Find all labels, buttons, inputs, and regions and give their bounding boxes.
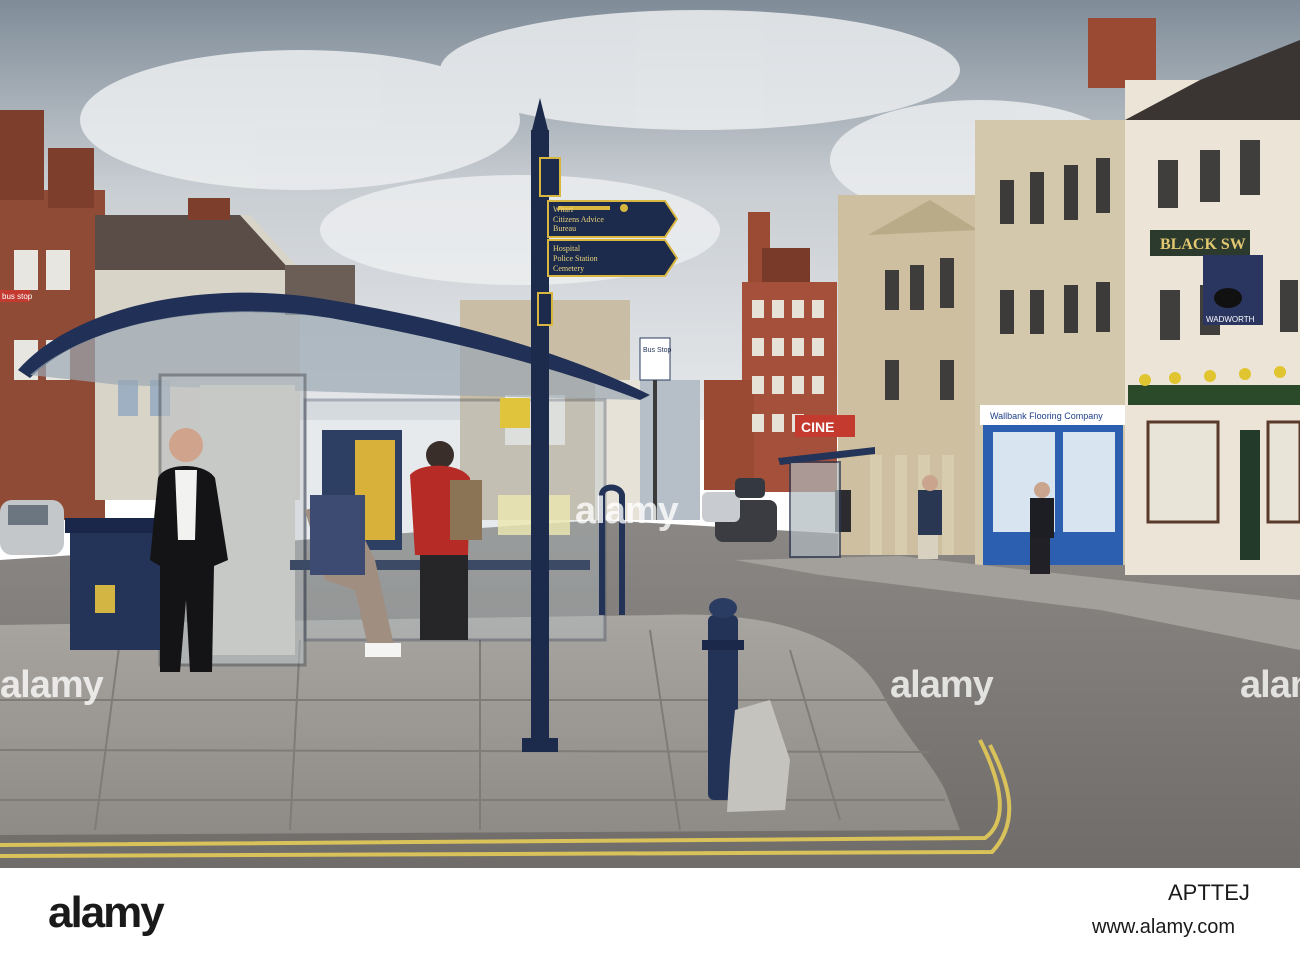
sign-line-5: Police Station [553, 254, 598, 263]
left-bus-stop-text: bus stop [2, 292, 33, 301]
watermark-2: alamy [890, 664, 994, 706]
street-scene: bus stop CINE Wallbank Flooring Company … [0, 0, 1300, 868]
footer-bar: alamy APTTEJ www.alamy.com [0, 868, 1300, 956]
sign-line-4: Hospital [553, 244, 581, 253]
litter-bin [65, 518, 165, 650]
left-brick-building: bus stop [0, 110, 105, 520]
pub-fascia-text: BLACK SW [1160, 236, 1246, 253]
sign-line-3: Bureau [553, 224, 576, 233]
photo: bus stop CINE Wallbank Flooring Company … [0, 0, 1300, 868]
bus-stop-sign-text: Bus Stop [643, 347, 672, 354]
pub-board-text: WADWORTH [1206, 315, 1255, 324]
watermark-3: alamy [1240, 664, 1300, 706]
watermark-1: alamy [0, 664, 104, 706]
bin-logo-icon [95, 585, 115, 613]
watermark-4: alamy [575, 490, 679, 532]
pub-building: BLACK SW WADWORTH [1125, 40, 1300, 575]
cinema-sign-text: CINE [801, 419, 834, 435]
sign-line-2: Citizens Advice [553, 215, 604, 224]
backpack [450, 480, 482, 540]
shop-fascia-text: Wallbank Flooring Company [990, 411, 1103, 421]
site-url: www.alamy.com [1092, 916, 1235, 938]
black-swan-icon [1214, 288, 1242, 308]
sign-line-1: Wharf [553, 205, 574, 214]
alamy-logo: alamy [48, 888, 165, 937]
sign-line-6: Cemetery [553, 264, 584, 273]
signpost-emblem-icon [620, 204, 628, 212]
image-id: APTTEJ [1168, 880, 1250, 905]
